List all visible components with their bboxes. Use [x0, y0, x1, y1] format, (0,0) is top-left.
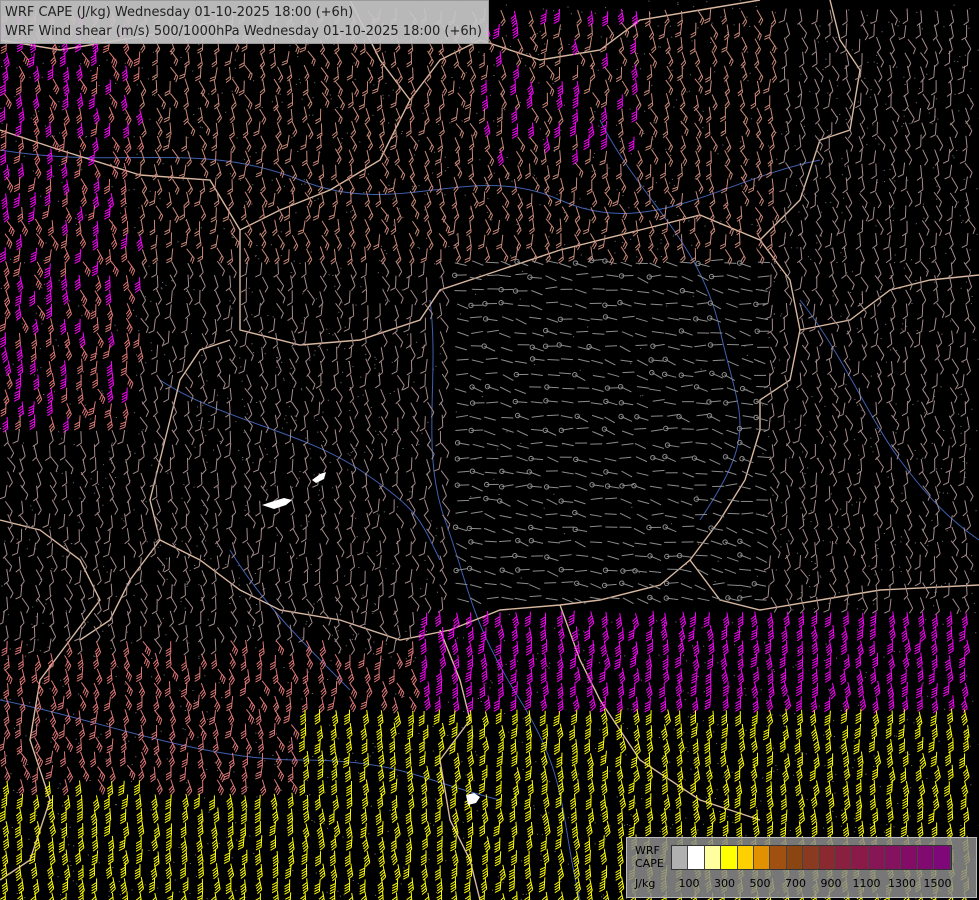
legend-ticks: 100 300 500 700 900 1100 1300 1500 — [671, 877, 971, 891]
weather-map — [0, 0, 979, 900]
legend-swatch — [786, 846, 804, 869]
wind-barb — [757, 261, 770, 264]
wind-barb — [604, 513, 617, 515]
map-title-cape: WRF CAPE (J/kg) Wednesday 01-10-2025 18:… — [5, 5, 354, 20]
legend-swatch — [852, 846, 869, 869]
legend-unit: J/kg — [635, 877, 656, 890]
legend-swatch — [885, 846, 902, 869]
wind-barb — [457, 499, 470, 502]
map-title-shear: WRF Wind shear (m/s) 500/1000hPa Wednesd… — [5, 24, 482, 39]
wind-barb — [605, 345, 618, 347]
legend-swatches — [671, 845, 952, 870]
wind-barb — [590, 541, 603, 544]
wind-barb — [695, 473, 708, 475]
legend-swatch — [901, 846, 918, 869]
legend-swatch — [803, 846, 820, 869]
legend-tick-label: 700 — [785, 877, 806, 890]
wind-barb — [486, 261, 499, 264]
legend-swatch — [704, 846, 722, 869]
legend-swatch — [770, 846, 787, 869]
legend-swatch — [672, 846, 689, 869]
legend-swatch — [737, 846, 754, 869]
legend-label-wrf: WRF — [635, 844, 660, 857]
wind-barb — [577, 400, 590, 403]
legend-tick-label: 1300 — [888, 877, 916, 890]
legend-swatch — [753, 846, 771, 869]
map-title-box: WRF CAPE (J/kg) Wednesday 01-10-2025 18:… — [0, 0, 489, 44]
cape-legend: WRF CAPE J/kg 100 300 500 700 900 1100 1300 150… — [626, 837, 977, 898]
wind-barb — [532, 570, 545, 572]
legend-swatch — [819, 846, 836, 869]
legend-swatch — [917, 846, 935, 869]
legend-tick-label: 1100 — [852, 877, 881, 890]
legend-swatch — [868, 846, 886, 869]
wind-barb — [605, 330, 618, 333]
wind-barb — [592, 333, 605, 335]
legend-swatch — [688, 846, 705, 869]
legend-tick-label: 300 — [714, 877, 735, 890]
wind-barb — [576, 330, 589, 333]
wind-barb — [547, 359, 560, 361]
legend-swatch — [721, 846, 738, 869]
legend-header: WRF CAPE — [635, 844, 664, 870]
wind-barb — [634, 428, 647, 430]
wind-barb — [754, 599, 767, 601]
wind-barb — [622, 371, 635, 374]
legend-label-cape: CAPE — [635, 857, 664, 870]
legend-tick-label: 500 — [749, 877, 771, 890]
legend-swatch — [934, 846, 951, 869]
legend-tick-label: 900 — [820, 877, 842, 890]
wind-barb — [724, 262, 737, 264]
wind-barb — [665, 302, 678, 305]
wind-barb — [695, 554, 708, 557]
legend-tick-label: 1500 — [923, 877, 952, 890]
wind-barb — [727, 584, 740, 587]
legend-tick-label: 100 — [678, 877, 700, 890]
wind-barb — [712, 359, 725, 362]
wind-barb — [546, 414, 559, 417]
legend-swatch — [835, 846, 853, 869]
